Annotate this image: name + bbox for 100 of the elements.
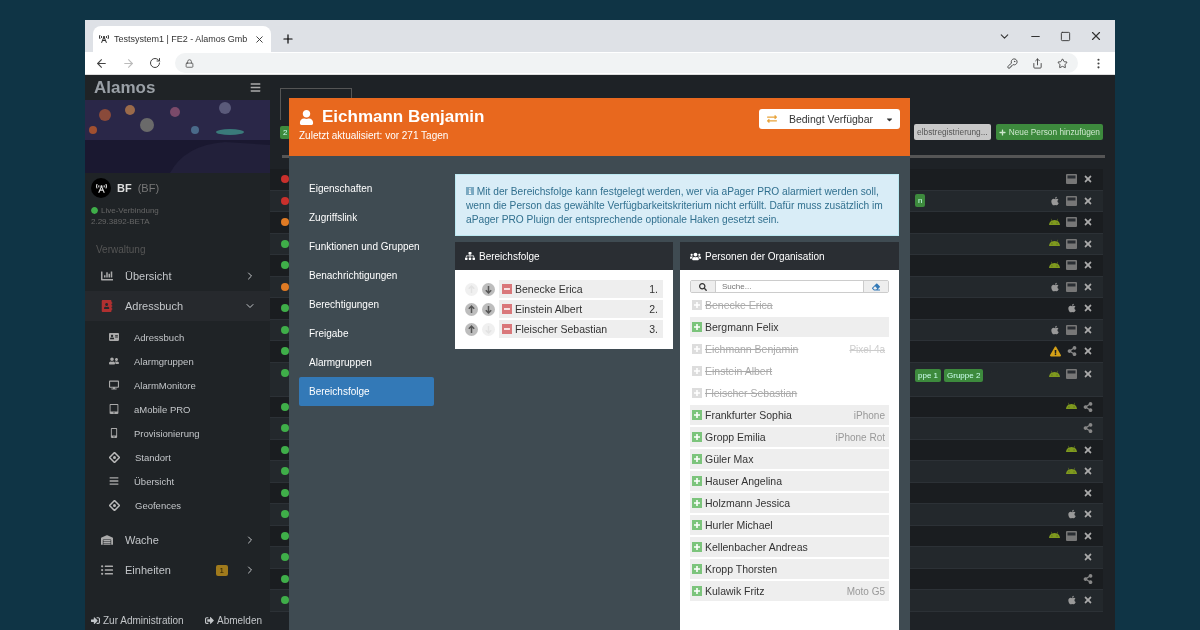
add-icon — [692, 542, 702, 553]
close-icon[interactable] — [1083, 217, 1093, 228]
sidebar-item[interactable]: Einheiten 1 — [85, 555, 270, 585]
maximize-icon[interactable] — [1060, 30, 1071, 42]
add-icon — [692, 520, 702, 531]
close-icon[interactable] — [1083, 238, 1093, 249]
person-item[interactable]: Güler Max — [690, 449, 889, 470]
close-icon[interactable] — [1083, 444, 1093, 455]
reload-icon[interactable] — [149, 57, 161, 69]
move-up-button[interactable] — [465, 302, 478, 316]
back-icon[interactable] — [95, 56, 108, 70]
add-icon — [692, 432, 702, 443]
close-icon[interactable] — [1083, 324, 1093, 335]
sidebar-item[interactable]: Übersicht — [85, 261, 270, 291]
move-up-button[interactable] — [465, 322, 478, 336]
person-item[interactable]: Holzmann Jessica — [690, 493, 889, 514]
sidebar-subitem[interactable]: Adressbuch — [85, 325, 270, 349]
sidebar-subitem[interactable]: Alarmgruppen — [85, 349, 270, 373]
sitemap-icon — [465, 251, 475, 262]
browser-tab[interactable]: Testsystem1 | FE2 - Alamos Gmb — [93, 26, 271, 52]
close-icon[interactable] — [1083, 530, 1093, 541]
people-icon — [109, 356, 119, 366]
dialog-nav-item[interactable]: Funktionen und Gruppen — [299, 232, 434, 261]
person-item[interactable]: Frankfurter Sophia iPhone — [690, 405, 889, 426]
sidebar-subitem[interactable]: Standort — [85, 445, 270, 469]
close-icon[interactable] — [1083, 552, 1093, 563]
dialog-nav-item[interactable]: Zugriffslink — [299, 203, 434, 232]
list-icon — [101, 564, 113, 576]
sidebar-subitem[interactable]: aMobile PRO — [85, 397, 270, 421]
dialog-nav-item[interactable]: Eigenschaften — [299, 174, 434, 203]
sidebar-subitem[interactable]: Geofences — [85, 493, 270, 517]
panel-title: Bereichsfolge — [479, 250, 540, 262]
sidebar-subitem[interactable]: Übersicht — [85, 469, 270, 493]
sequence-entry: Einstein Albert 2. — [499, 300, 663, 319]
dialog-nav-item[interactable]: Bereichsfolge — [299, 377, 434, 406]
search-field[interactable]: Suche... — [690, 280, 889, 294]
close-icon[interactable] — [1083, 509, 1093, 520]
close-icon[interactable] — [1089, 29, 1103, 43]
move-down-button[interactable] — [482, 302, 495, 316]
sidebar-item[interactable]: Wache — [85, 525, 270, 555]
close-icon[interactable] — [254, 33, 265, 45]
sidebar-item[interactable]: Adressbuch — [85, 291, 270, 321]
share-icon[interactable] — [1067, 346, 1077, 357]
status-dropdown[interactable]: Bedingt Verfügbar — [758, 109, 900, 129]
lock-icon — [185, 58, 194, 68]
close-icon[interactable] — [1083, 281, 1093, 292]
admin-link[interactable]: Zur Administration — [91, 614, 184, 626]
person-item[interactable]: Gropp Emilia iPhone Rot — [690, 427, 889, 448]
address-field[interactable] — [175, 53, 1078, 73]
version-text: 2.29.3892-BETA — [90, 216, 151, 226]
remove-icon[interactable] — [502, 324, 512, 335]
share-icon[interactable] — [1083, 401, 1093, 412]
close-icon[interactable] — [1083, 260, 1093, 271]
add-icon — [692, 498, 702, 509]
close-icon[interactable] — [1083, 466, 1093, 477]
star-icon[interactable] — [1057, 57, 1068, 69]
person-item[interactable]: Bergmann Felix — [690, 317, 889, 338]
person-item[interactable]: Kropp Thorsten — [690, 559, 889, 580]
tablet-icon — [109, 404, 119, 414]
diamond-icon — [109, 499, 120, 511]
registration-button[interactable]: elbstregistrierung... — [914, 124, 991, 140]
logo: Alamos — [94, 77, 156, 98]
dialog-nav-item[interactable]: Freigabe — [299, 319, 434, 348]
sequence-entry: Benecke Erica 1. — [499, 280, 663, 299]
dialog-title: Eichmann Benjamin — [322, 107, 485, 127]
close-icon[interactable] — [1083, 195, 1093, 206]
person-item[interactable]: Hauser Angelina — [690, 471, 889, 492]
sidebar-subitem[interactable]: AlarmMonitore — [85, 373, 270, 397]
sidebar-subitem[interactable]: Provisionierung — [85, 421, 270, 445]
person-item[interactable]: Hurler Michael — [690, 515, 889, 536]
close-icon[interactable] — [1083, 303, 1093, 314]
panel-title: Personen der Organisation — [705, 250, 825, 262]
close-icon[interactable] — [1083, 174, 1093, 185]
remove-icon[interactable] — [502, 284, 512, 295]
dialog-nav-item[interactable]: Berechtigungen — [299, 290, 434, 319]
menu-icon[interactable] — [250, 82, 261, 93]
count-badge: 1 — [215, 564, 228, 576]
move-down-button[interactable] — [482, 282, 495, 296]
close-icon[interactable] — [1083, 595, 1093, 606]
users-icon — [690, 250, 701, 262]
add-icon — [692, 322, 702, 333]
key-icon[interactable] — [1007, 57, 1018, 69]
logout-link[interactable]: Abmelden — [204, 614, 262, 626]
organization-name: BF — [117, 182, 132, 194]
close-icon[interactable] — [1083, 369, 1093, 379]
close-icon[interactable] — [1083, 346, 1093, 357]
share-icon[interactable] — [1083, 573, 1093, 584]
phone-icon — [109, 428, 119, 438]
person-item[interactable]: Kulawik Fritz Moto G5 — [690, 581, 889, 602]
remove-icon[interactable] — [502, 304, 512, 315]
person-item[interactable]: Kellenbacher Andreas — [690, 537, 889, 558]
share-icon[interactable] — [1083, 423, 1093, 434]
share-icon[interactable] — [1032, 57, 1043, 69]
dialog-nav-item[interactable]: Benachrichtigungen — [299, 261, 434, 290]
dialog-nav-item[interactable]: Alarmgruppen — [299, 348, 434, 377]
sign-out-icon — [204, 615, 214, 625]
close-icon[interactable] — [1083, 487, 1093, 498]
last-updated-text: Zuletzt aktualisiert: vor 271 Tagen — [299, 130, 450, 141]
new-tab-icon[interactable] — [281, 32, 295, 46]
eraser-icon[interactable] — [872, 282, 880, 291]
